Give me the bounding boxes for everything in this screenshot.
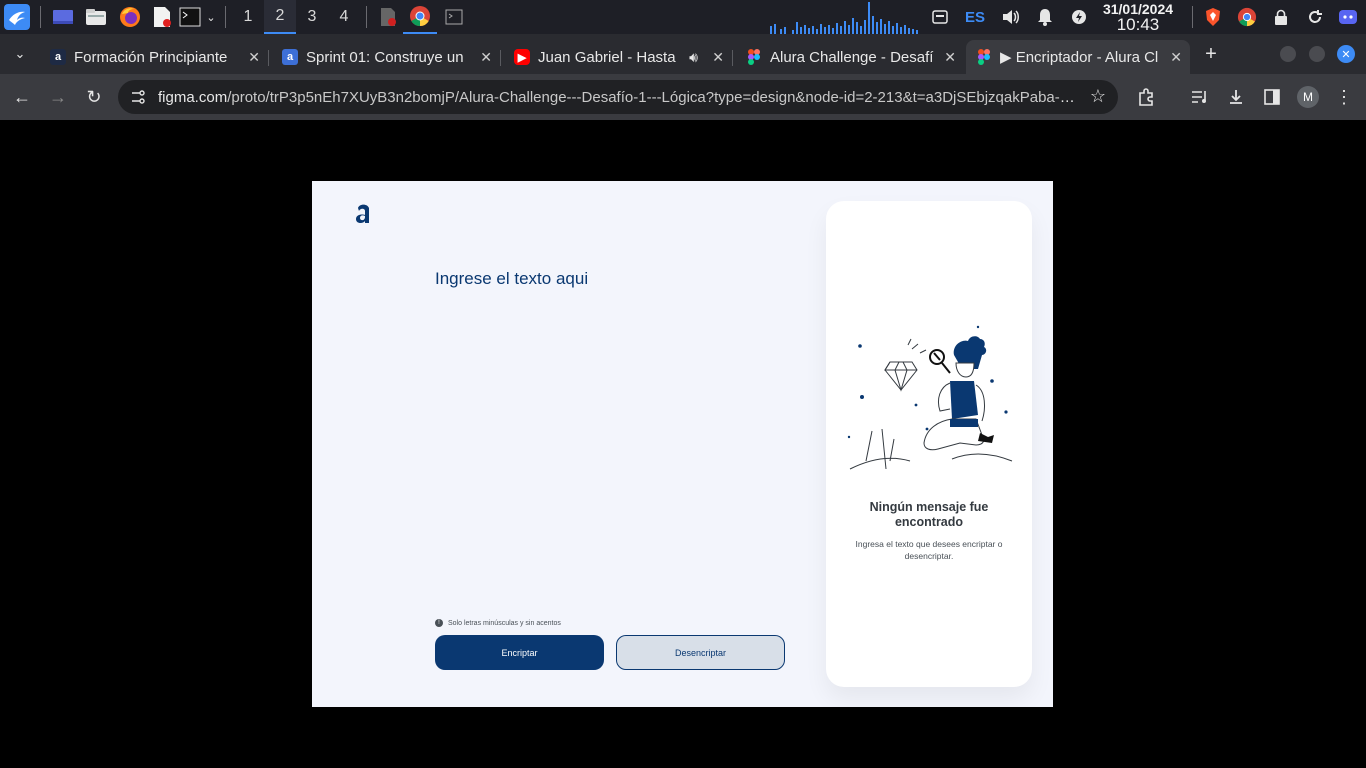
tab-encriptador[interactable]: ▶ Encriptador - Alura Cl ✕ [966,40,1190,74]
downloads-icon[interactable] [1222,83,1250,111]
pdf-viewer-icon[interactable] [373,0,403,34]
workspace-3[interactable]: 3 [296,0,328,34]
chevron-down-icon[interactable]: ⌄ [203,0,219,34]
notifications-bell-icon[interactable] [1033,0,1057,34]
tab-search-chevron-icon[interactable]: ⌄ [6,40,34,68]
discord-icon[interactable] [1337,0,1359,34]
show-desktop-icon[interactable] [47,0,79,34]
firefox-icon[interactable] [113,0,147,34]
input-hint: ! Solo letras minúsculas y sin acentos [435,619,561,627]
media-controls-icon[interactable] [1186,83,1214,111]
workspace-2[interactable]: 2 [264,0,296,34]
info-icon: ! [435,619,443,627]
youtube-icon: ▶ [514,49,530,65]
side-panel-icon[interactable] [1258,83,1286,111]
power-profile-icon[interactable] [1067,0,1091,34]
site-info-icon[interactable] [130,89,146,105]
workspace-1[interactable]: 1 [232,0,264,34]
tab-alura-challenge[interactable]: Alura Challenge - Desafí ✕ [736,40,964,74]
url-host: figma.com [158,88,228,106]
tab-sprint-01[interactable]: a Sprint 01: Construye un ✕ [272,40,500,74]
os-taskbar: ⌄ 1 2 3 4 ES 31/01/2024 10:43 [0,0,1366,34]
lock-screen-icon[interactable] [1270,0,1292,34]
volume-icon[interactable] [999,0,1023,34]
empty-state-title: Ningún mensaje fue encontrado [869,500,989,529]
close-icon[interactable]: ✕ [944,49,956,66]
text-input-area[interactable]: Ingrese el texto aqui [435,269,588,289]
clock-time: 10:43 [1116,15,1160,34]
tab-divider [732,50,733,66]
encrypt-button[interactable]: Encriptar [435,635,604,670]
audio-playing-icon[interactable]: 🔊︎ [689,49,698,66]
back-button[interactable]: ← [8,83,36,111]
window-minimize-button[interactable] [1274,40,1302,68]
figma-icon [976,49,992,65]
url-text: figma.com/proto/trP3p5nEh7XUyB3n2bomjP/A… [158,89,1078,106]
keyboard-layout-indicator[interactable]: ES [962,0,988,34]
terminal-window-icon[interactable] [437,0,471,34]
close-icon[interactable]: ✕ [712,49,724,66]
chrome-tray-icon[interactable] [1234,0,1260,34]
tab-title: Alura Challenge - Desafí [770,48,934,66]
close-icon[interactable]: ✕ [480,49,492,66]
figma-icon [746,49,762,65]
decrypt-button[interactable]: Desencriptar [616,635,785,670]
window-maximize-button[interactable] [1303,40,1331,68]
browser-menu-icon[interactable]: ⋮ [1330,83,1358,111]
encriptador-frame: Ingrese el texto aqui ! Solo letras minú… [312,181,1053,707]
tab-title: ▶ Encriptador - Alura Cl [1000,49,1159,66]
search-illustration-icon [847,325,1013,470]
window-close-button[interactable]: ✕ [1332,40,1360,68]
audio-visualizer [770,2,918,34]
tab-divider [500,50,501,66]
bookmark-star-icon[interactable]: ☆ [1090,86,1106,107]
tab-formacion-principiante[interactable]: a Formación Principiante ✕ [40,40,268,74]
close-icon[interactable]: ✕ [1170,49,1182,66]
workspace-4[interactable]: 4 [328,0,360,34]
reload-button[interactable]: ↻ [80,83,108,111]
browser-toolbar: ← → ↻ figma.com/proto/trP3p5nEh7XUyB3n2b… [0,74,1366,120]
taskbar-separator [225,6,226,28]
hint-text: Solo letras minúsculas y sin acentos [448,619,561,627]
screenshot-tray-icon[interactable] [928,0,952,34]
start-menu-icon[interactable] [0,0,34,34]
brave-browser-icon[interactable] [1200,0,1226,34]
forward-button[interactable]: → [44,83,72,111]
taskbar-separator [366,6,367,28]
alura-icon: a [282,49,298,65]
restart-icon[interactable] [1304,0,1326,34]
alura-icon: a [50,49,66,65]
text-editor-icon[interactable] [147,0,177,34]
tab-title: Sprint 01: Construye un [306,48,464,66]
tab-divider [268,50,269,66]
browser-tab-strip: ⌄ a Formación Principiante ✕ a Sprint 01… [0,34,1366,74]
chrome-taskbar-icon[interactable] [403,0,437,34]
close-icon[interactable]: ✕ [248,49,260,66]
empty-state-subtitle: Ingresa el texto que desees encriptar o … [855,539,1003,561]
taskbar-clock[interactable]: 31/01/2024 10:43 [1092,1,1184,33]
new-tab-button[interactable]: + [1197,40,1225,68]
url-path: /proto/trP3p5nEh7XUyB3n2bomjP/Alura-Chal… [227,88,1078,106]
taskbar-separator [1192,6,1193,28]
profile-avatar[interactable]: M [1297,86,1319,108]
extensions-icon[interactable] [1132,83,1160,111]
output-panel: Ningún mensaje fue encontrado Ingresa el… [826,201,1032,687]
tab-juan-gabriel[interactable]: ▶ Juan Gabriel - Hasta 🔊︎ ✕ [504,40,732,74]
file-manager-icon[interactable] [79,0,113,34]
taskbar-separator [40,6,41,28]
address-bar[interactable]: figma.com/proto/trP3p5nEh7XUyB3n2bomjP/A… [118,80,1118,114]
alura-logo-icon [356,204,369,224]
tab-title: Formación Principiante [74,48,228,66]
terminal-icon[interactable] [177,0,203,34]
